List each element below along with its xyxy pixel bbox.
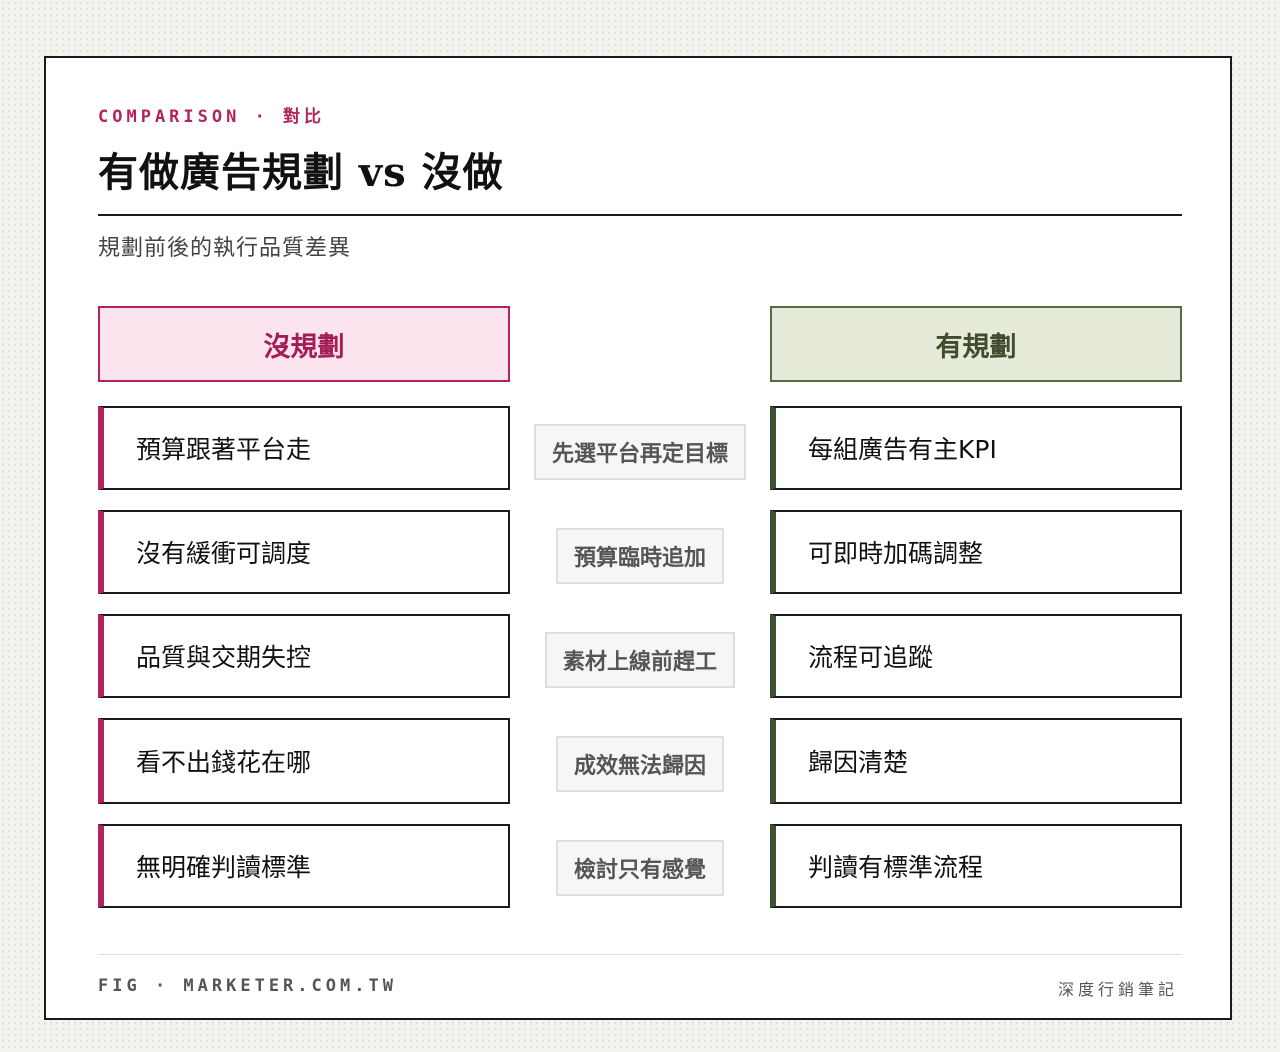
page-title: 有做廣告規劃 vs 沒做 <box>98 149 504 196</box>
no-plan-item: 沒有緩衝可調度 <box>98 510 510 594</box>
with-plan-item: 可即時加碼調整 <box>770 510 1182 594</box>
with-plan-item: 判讀有標準流程 <box>770 824 1182 908</box>
footer-source: FIG · MARKETER.COM.TW <box>98 976 397 996</box>
footer-divider <box>98 954 1182 955</box>
no-plan-item: 無明確判讀標準 <box>98 824 510 908</box>
middle-cause-tag: 先選平台再定目標 <box>533 424 747 480</box>
page-subtitle: 規劃前後的執行品質差異 <box>98 236 352 261</box>
middle-cause-tag: 成效無法歸因 <box>555 736 725 792</box>
middle-cause-tag: 素材上線前趕工 <box>544 632 736 688</box>
column-header-with-plan: 有規劃 <box>770 306 1182 382</box>
with-plan-item: 每組廣告有主KPI <box>770 406 1182 490</box>
no-plan-item: 品質與交期失控 <box>98 614 510 698</box>
no-plan-item: 看不出錢花在哪 <box>98 718 510 804</box>
footer-brand: 深度行銷筆記 <box>1057 980 1178 999</box>
middle-cause-tag: 檢討只有感覺 <box>555 840 725 896</box>
comparison-card: COMPARISON · 對比 有做廣告規劃 vs 沒做 規劃前後的執行品質差異… <box>44 56 1232 1020</box>
middle-cause-tag: 預算臨時追加 <box>555 528 725 584</box>
with-plan-item: 歸因清楚 <box>770 718 1182 804</box>
title-divider <box>98 214 1182 216</box>
no-plan-item: 預算跟著平台走 <box>98 406 510 490</box>
column-header-no-plan: 沒規劃 <box>98 306 510 382</box>
with-plan-item: 流程可追蹤 <box>770 614 1182 698</box>
eyebrow-label: COMPARISON · 對比 <box>98 107 326 127</box>
